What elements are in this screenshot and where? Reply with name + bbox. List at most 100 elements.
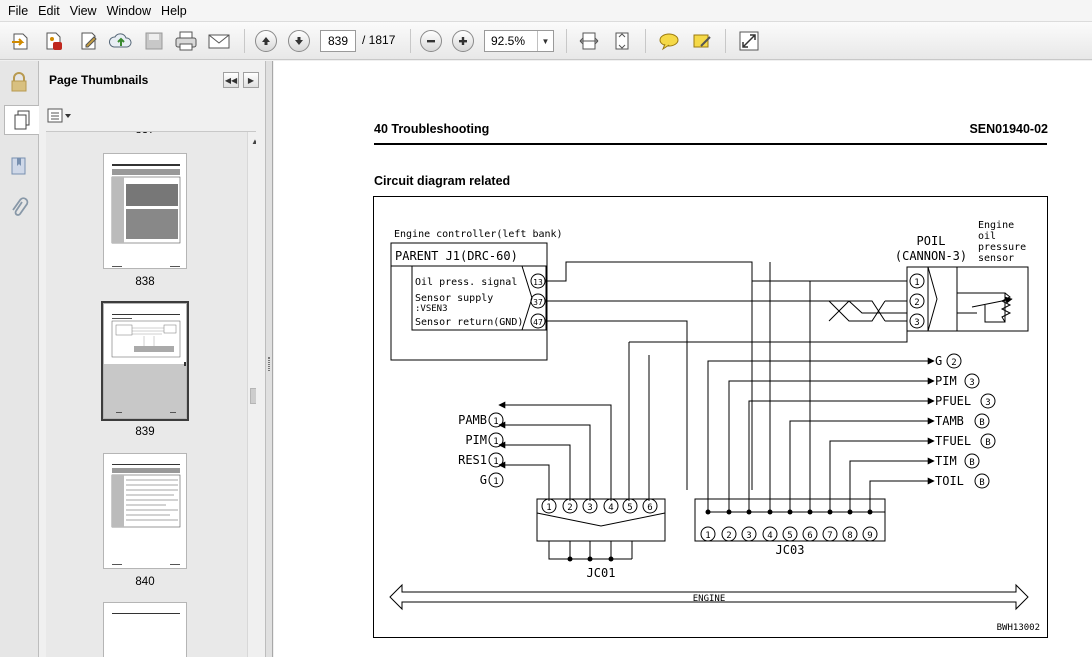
panel-splitter[interactable] — [266, 61, 273, 657]
thumbnail-839[interactable] — [101, 301, 189, 421]
thumbnails-scrollbar[interactable]: ▲ — [247, 132, 256, 657]
print-icon[interactable] — [173, 28, 199, 54]
email-icon[interactable] — [206, 28, 232, 54]
page-label-839: 839 — [135, 426, 155, 438]
cannon-label: (CANNON-3) — [895, 249, 967, 263]
thumbnail-841[interactable] — [103, 602, 187, 657]
poil-label: POIL — [917, 234, 946, 248]
sensor-label-oil: oil — [978, 231, 996, 242]
jc03-pin-6: 6 — [807, 531, 812, 541]
signal-vsen3: :VSEN3 — [415, 304, 448, 314]
toolbar-separator — [410, 29, 411, 53]
thumbnail-840[interactable] — [103, 453, 187, 569]
zoom-out-button[interactable] — [418, 28, 444, 54]
edit-icon[interactable] — [76, 28, 102, 54]
jc03-pin-9: 9 — [867, 531, 872, 541]
output-tfuel-num: B — [985, 438, 990, 448]
page-thumbnails-icon[interactable] — [4, 105, 39, 135]
jc01-pin-1: 1 — [546, 503, 551, 513]
jc01-pin-3: 3 — [587, 503, 592, 513]
attachments-icon[interactable] — [5, 193, 33, 223]
output-pim-right: PIM — [935, 374, 957, 388]
output-pfuel-num: 3 — [985, 398, 990, 408]
upload-icon[interactable] — [108, 28, 134, 54]
menu-window[interactable]: Window — [102, 0, 156, 22]
highlight-icon[interactable] — [689, 28, 715, 54]
page-label-838: 838 — [135, 276, 155, 288]
output-g-right-num: 2 — [951, 358, 956, 368]
output-res1-num: 1 — [493, 457, 498, 467]
next-page-button[interactable] — [286, 28, 312, 54]
connector-label: PARENT J1(DRC-60) — [395, 249, 518, 263]
lock-icon[interactable] — [5, 67, 33, 97]
doc-header-left: 40 Troubleshooting — [374, 122, 490, 136]
jc01-label: JC01 — [587, 566, 616, 580]
jc03-pin-5: 5 — [787, 531, 792, 541]
pin-47-label: 47 — [533, 318, 543, 327]
chevron-down-icon[interactable]: ▼ — [537, 31, 553, 51]
scroll-up-icon[interactable]: ▲ — [248, 134, 256, 148]
output-pim-left-num: 1 — [493, 437, 498, 447]
collapse-panel-button[interactable]: ◀◀ — [223, 72, 239, 88]
pin-circles — [488, 273, 996, 542]
controller-label: Engine controller(left bank) — [394, 229, 563, 240]
output-toil-num: B — [979, 478, 984, 488]
sensor-label-sensor: sensor — [978, 253, 1014, 264]
menu-bar: File Edit View Window Help — [0, 0, 1092, 22]
save-icon[interactable] — [141, 28, 167, 54]
output-g-left: G — [480, 473, 487, 487]
sensor-label-pressure: pressure — [978, 242, 1026, 253]
comment-icon[interactable] — [656, 28, 682, 54]
jc03-pin-2: 2 — [726, 531, 731, 541]
jc03-pin-8: 8 — [847, 531, 852, 541]
expand-icon[interactable] — [736, 28, 762, 54]
arrow-up-icon — [255, 30, 277, 52]
options-button[interactable] — [47, 108, 73, 124]
menu-help[interactable]: Help — [156, 0, 192, 22]
output-g-right: G — [935, 354, 942, 368]
previous-page-button[interactable] — [253, 28, 279, 54]
output-tamb: TAMB — [935, 414, 964, 428]
output-pamb: PAMB — [458, 413, 487, 427]
page-total: / 1817 — [362, 33, 396, 47]
jc03-pin-1: 1 — [705, 531, 710, 541]
plus-icon — [452, 30, 474, 52]
jc01-pin-5: 5 — [627, 503, 632, 513]
output-tamb-num: B — [979, 418, 984, 428]
page-number-input[interactable]: 839 — [320, 30, 356, 52]
output-toil: TOIL — [935, 474, 964, 488]
expand-panel-button[interactable]: ▶ — [243, 72, 259, 88]
output-tfuel: TFUEL — [935, 434, 971, 448]
fit-width-icon[interactable] — [576, 28, 602, 54]
thumbnails-list: 837 838 — [46, 131, 256, 657]
output-pamb-num: 1 — [493, 417, 498, 427]
doc-header-right: SEN01940-02 — [969, 122, 1048, 136]
bookmarks-icon[interactable] — [5, 151, 33, 181]
toolbar: 839 / 1817 92.5% ▼ — [0, 22, 1092, 60]
zoom-in-button[interactable] — [450, 28, 476, 54]
output-tim: TIM — [935, 454, 957, 468]
scroll-thumb[interactable] — [250, 388, 256, 404]
sensor-label-engine: Engine — [978, 220, 1014, 231]
fit-page-icon[interactable] — [609, 28, 635, 54]
menu-file[interactable]: File — [3, 0, 33, 22]
jc03-pin-4: 4 — [767, 531, 772, 541]
menu-view[interactable]: View — [65, 0, 102, 22]
jc03-pin-3: 3 — [746, 531, 751, 541]
section-title: Circuit diagram related — [374, 174, 511, 188]
thumbnail-838[interactable] — [103, 153, 187, 269]
signal-oil-press: Oil press. signal — [415, 277, 517, 288]
engine-label: ENGINE — [693, 594, 726, 604]
jc01-pin-2: 2 — [567, 503, 572, 513]
poil-pin-2: 2 — [914, 298, 919, 308]
document-view: 40 Troubleshooting SEN01940-02 Circuit d… — [274, 61, 1092, 657]
jc01-pin-6: 6 — [647, 503, 652, 513]
zoom-value: 92.5% — [491, 34, 526, 48]
panel-title: Page Thumbnails — [49, 73, 149, 87]
create-pdf-icon[interactable] — [41, 28, 67, 54]
toolbar-separator — [725, 29, 726, 53]
menu-edit[interactable]: Edit — [33, 0, 65, 22]
open-icon[interactable] — [8, 28, 34, 54]
zoom-select[interactable]: 92.5% ▼ — [484, 30, 554, 52]
signal-sensor-return: Sensor return(GND) — [415, 317, 523, 328]
